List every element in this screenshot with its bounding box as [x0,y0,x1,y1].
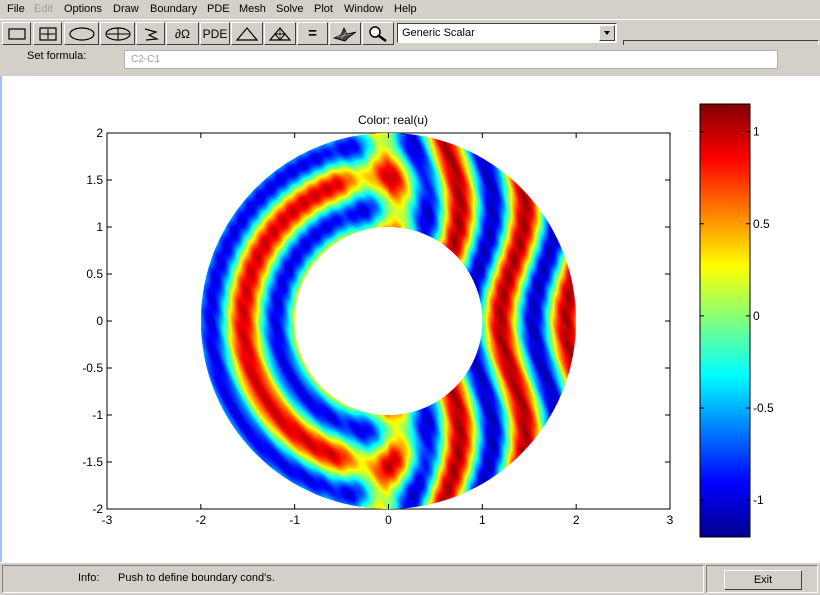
x-tick-label: -2 [195,513,206,527]
y-tick-label: -0.5 [82,361,103,375]
draw-polygon-button[interactable] [136,22,165,45]
set-formula-input[interactable]: C2-C1 [124,50,778,69]
centered-rectangle-icon [38,26,57,41]
rectangle-icon [7,27,26,40]
formula-label: Set formula: [27,50,87,62]
boundary-mode-button[interactable]: ∂Ω [166,22,199,45]
menubar: File Edit Options Draw Boundary PDE Mesh… [0,0,820,19]
plot-area: Color: real(u) -3 -2 -1 0 1 2 3 2 1.5 1 0.5 0 -0.5-… [2,76,820,562]
formula-bar: Set formula: C2-C1 [0,45,820,77]
draw-centered-rectangle-button[interactable] [33,22,62,45]
menu-draw[interactable]: Draw [113,3,139,15]
colorbar-tick-label: 0.5 [753,217,770,231]
draw-centered-ellipse-button[interactable] [100,22,135,45]
surface-plot-icon [333,26,357,41]
pde-specification-button[interactable]: PDE [200,22,230,45]
init-mesh-button[interactable] [231,22,263,45]
menu-file[interactable]: File [7,3,25,15]
exit-button[interactable]: Exit [724,570,802,590]
menu-boundary[interactable]: Boundary [150,3,197,15]
chevron-down-icon[interactable] [599,25,615,41]
draw-rectangle-button[interactable] [2,22,31,45]
plot-solution-button[interactable] [329,22,361,45]
menu-options[interactable]: Options [64,3,102,15]
x-tick-label: -3 [102,513,113,527]
solve-pde-button[interactable]: = [297,22,328,45]
y-tick-label: 0.5 [86,267,103,281]
application-mode-select[interactable]: Generic Scalar [397,23,617,43]
zoom-icon [369,25,387,42]
y-tick-label: -1 [92,408,103,422]
y-tick-label: -2 [92,502,103,516]
refine-mesh-button[interactable] [264,22,296,45]
draw-ellipse-button[interactable] [64,22,99,45]
equals-icon: = [308,25,317,42]
y-tick-label: 2 [96,126,103,140]
x-tick-label: 1 [479,513,486,527]
menu-solve[interactable]: Solve [276,3,304,15]
application-mode-value: Generic Scalar [402,27,475,39]
info-panel: Info: Push to define boundary cond's. [2,565,704,593]
x-tick-label: 2 [573,513,580,527]
colorbar-tick-label: -0.5 [753,401,774,415]
menu-edit[interactable]: Edit [34,3,53,15]
centered-ellipse-icon [104,26,131,41]
x-tick-label: -1 [289,513,300,527]
x-tick-label: 3 [667,513,674,527]
colorbar-tick-label: 0 [753,309,760,323]
menu-help[interactable]: Help [394,3,417,15]
refine-mesh-icon [269,26,291,41]
set-formula-value: C2-C1 [131,54,160,65]
ellipse-icon [68,26,95,41]
zoom-button[interactable] [362,22,394,45]
y-tick-label: 1.5 [86,173,103,187]
y-tick-label: 1 [96,220,103,234]
exit-frame: Exit [706,565,818,593]
x-tick-label: 0 [385,513,392,527]
info-label: Info: [78,572,100,584]
colorbar-tick-label: -1 [753,493,764,507]
info-message: Push to define boundary cond's. [118,572,275,584]
boundary-icon: ∂Ω [175,26,190,41]
polygon-icon [144,27,159,41]
y-tick-label: 0 [96,314,103,328]
menu-window[interactable]: Window [344,3,383,15]
triangle-mesh-icon [236,26,258,41]
menu-plot[interactable]: Plot [314,3,333,15]
toolbar: ∂Ω PDE = Generic Scalar X: -2 Y: 2 [0,19,820,63]
plot-title: Color: real(u) [358,113,428,127]
plot-canvas[interactable]: Color: real(u) -3 -2 -1 0 1 2 3 21.510.50-0.5-… [2,76,820,562]
colorbar-tick-label: 1 [753,125,760,139]
colorbar [699,103,751,538]
menu-pde[interactable]: PDE [207,3,230,15]
y-tick-label: -1.5 [82,455,103,469]
menu-mesh[interactable]: Mesh [239,3,266,15]
status-bar: Info: Push to define boundary cond's. Ex… [0,562,820,595]
pde-icon: PDE [202,26,228,41]
